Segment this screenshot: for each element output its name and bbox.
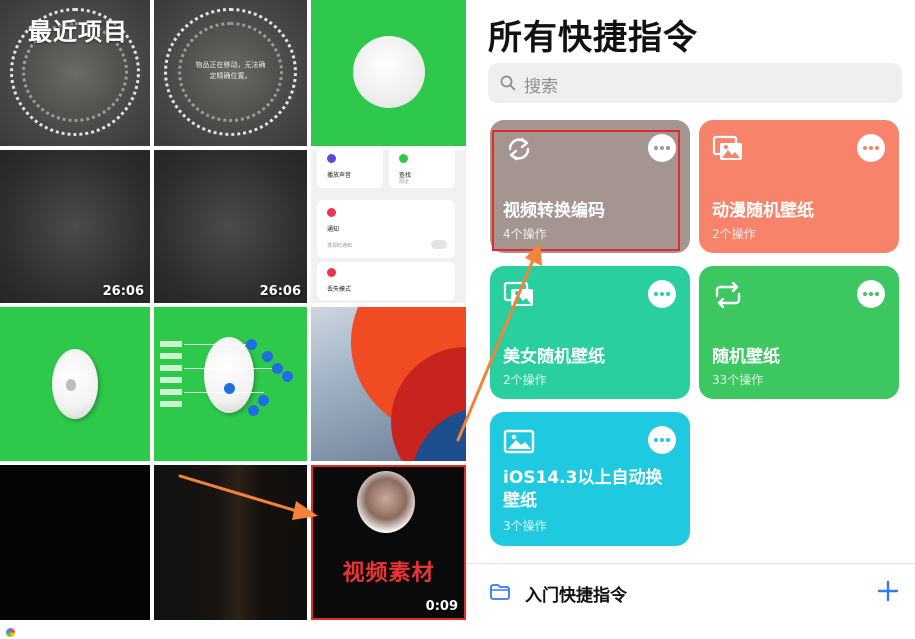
info-label — [160, 341, 182, 347]
photo-thumbnail[interactable] — [154, 465, 307, 620]
info-label — [160, 377, 182, 383]
page-title: 所有快捷指令 — [488, 18, 698, 58]
album-title: 最近项目 — [28, 18, 128, 46]
notification-icon — [327, 208, 336, 217]
shortcut-action-count: 2个操作 — [712, 227, 756, 241]
shortcut-tile[interactable]: 美女随机壁纸 2个操作 — [490, 266, 690, 399]
marker-dot — [258, 395, 269, 406]
leader-line — [184, 344, 254, 345]
shortcut-name: 随机壁纸 — [712, 347, 780, 367]
shortcut-tile[interactable]: iOS14.3以上自动换壁纸 3个操作 — [490, 412, 690, 546]
more-button[interactable] — [648, 280, 676, 308]
marker-dot — [224, 383, 235, 394]
video-duration: 26:06 — [102, 284, 144, 299]
find-icon — [399, 154, 408, 163]
more-icon — [654, 438, 670, 442]
airtag-image — [204, 337, 254, 413]
photo-thumbnail[interactable] — [0, 622, 150, 639]
plus-icon[interactable] — [876, 579, 900, 603]
shortcut-tile[interactable]: 动漫随机壁纸 2个操作 — [699, 120, 899, 253]
settings-card: 通知 发现时通知 — [317, 200, 455, 258]
settings-label: 播放声音 — [327, 172, 352, 179]
shortcut-action-count: 3个操作 — [503, 519, 547, 533]
screenshot-thumbnail[interactable]: 播放声音 查找 附近 通知 发现时通知 丢失模式 — [311, 150, 466, 303]
apple-logo-icon — [66, 379, 76, 391]
info-label — [160, 401, 182, 407]
wallpaper-thumbnail[interactable] — [311, 307, 466, 461]
photo-thumbnail[interactable] — [0, 465, 150, 620]
photos-icon — [712, 135, 742, 160]
shortcut-name: iOS14.3以上自动换壁纸 — [503, 468, 663, 511]
more-icon — [654, 292, 670, 296]
more-button[interactable] — [857, 134, 885, 162]
shortcut-action-count: 33个操作 — [712, 373, 764, 387]
marker-dot — [262, 351, 273, 362]
marker-dot — [282, 371, 293, 382]
video-caption: 视频素材 — [342, 561, 435, 586]
photo-thumbnail[interactable] — [311, 0, 466, 146]
airtag-image — [353, 36, 425, 108]
leader-line — [184, 368, 274, 369]
photos-app-icon — [6, 628, 15, 637]
more-button[interactable] — [857, 280, 885, 308]
marker-dot — [272, 363, 283, 374]
video-duration: 26:06 — [259, 284, 301, 299]
search-placeholder: 搜索 — [524, 77, 558, 97]
info-label — [160, 389, 182, 395]
shortcut-name: 动漫随机壁纸 — [712, 201, 814, 221]
repeat-icon — [715, 281, 741, 309]
photo-grid: 最近项目 物品正在移动，无法确定精确位置。 26:06 26:06 播放声音 查… — [0, 0, 466, 639]
shortcuts-panel: 所有快捷指令 搜索 视频转换编码 4个操作 动漫随机壁纸 2个操作 美女随机壁纸… — [466, 0, 915, 639]
info-label — [160, 365, 182, 371]
leader-line — [184, 392, 264, 393]
shortcut-tile[interactable]: 随机壁纸 33个操作 — [699, 266, 899, 399]
photo-thumbnail[interactable]: 物品正在移动，无法确定精确位置。 — [154, 0, 307, 146]
settings-label: 丢失模式 — [327, 286, 352, 293]
portrait-image — [357, 471, 415, 533]
more-button[interactable] — [648, 426, 676, 454]
shortcut-name: 美女随机壁纸 — [503, 347, 605, 367]
more-icon — [863, 292, 879, 296]
marker-dot — [248, 405, 259, 416]
photo-thumbnail[interactable] — [154, 307, 307, 461]
lost-mode-icon — [327, 268, 336, 277]
divider — [466, 563, 915, 564]
photo-icon — [503, 429, 535, 454]
starter-shortcuts-link[interactable]: 入门快捷指令 — [525, 581, 627, 606]
info-label — [160, 353, 182, 359]
shortcut-action-count: 2个操作 — [503, 373, 547, 387]
folder-icon — [490, 584, 510, 600]
toggle[interactable] — [431, 240, 447, 249]
video-thumbnail[interactable]: 26:06 — [0, 150, 150, 303]
marker-dot — [246, 339, 257, 350]
photo-thumbnail[interactable]: 最近项目 — [0, 0, 150, 146]
video-thumbnail[interactable]: 26:06 — [154, 150, 307, 303]
settings-sublabel: 发现时通知 — [327, 243, 353, 249]
photo-thumbnail[interactable] — [0, 307, 150, 461]
search-icon — [500, 75, 516, 91]
video-duration: 0:09 — [425, 599, 458, 614]
settings-sublabel: 附近 — [399, 179, 410, 185]
settings-card: 查找 附近 — [389, 150, 455, 188]
settings-card: 播放声音 — [317, 150, 383, 188]
highlight-box — [492, 130, 680, 251]
settings-card: 丢失模式 — [317, 262, 455, 300]
search-input[interactable]: 搜索 — [488, 63, 902, 103]
photos-icon — [503, 281, 533, 306]
notice-text: 物品正在移动，无法确定精确位置。 — [195, 61, 266, 80]
more-icon — [863, 146, 879, 150]
settings-label: 通知 — [327, 226, 340, 233]
highlighted-video-thumbnail[interactable]: 视频素材 0:09 — [311, 465, 466, 620]
play-sound-icon — [327, 154, 336, 163]
